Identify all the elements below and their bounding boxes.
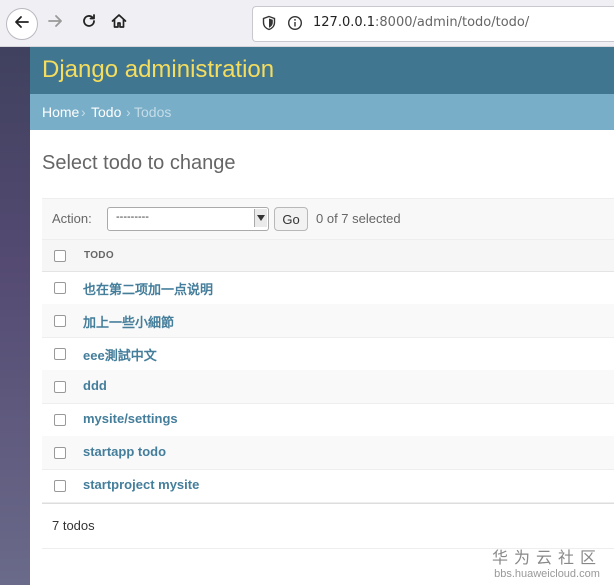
row-checkbox[interactable] xyxy=(54,282,66,294)
todo-link[interactable]: 也在第二项加一点说明 xyxy=(83,279,213,298)
breadcrumb: Home › Todo › Todos xyxy=(30,94,614,130)
back-arrow-icon xyxy=(14,14,30,34)
todo-link[interactable]: startapp todo xyxy=(83,444,166,459)
table-row: 加上一些小細節 xyxy=(42,304,614,338)
watermark: 华为云社区 bbs.huaweicloud.com xyxy=(492,544,602,580)
todo-link[interactable]: ddd xyxy=(83,378,107,393)
page-title: Select todo to change xyxy=(42,152,236,174)
browser-toolbar: 127.0.0.1:8000/admin/todo/todo/ xyxy=(0,0,614,47)
todo-link[interactable]: 加上一些小細節 xyxy=(83,312,174,331)
action-select[interactable]: --------- xyxy=(107,207,269,231)
action-select-value: --------- xyxy=(116,211,149,223)
action-label: Action: xyxy=(52,211,92,226)
row-checkbox[interactable] xyxy=(54,315,66,327)
selected-count: 0 of 7 selected xyxy=(316,211,401,226)
row-checkbox[interactable] xyxy=(54,447,66,459)
reload-button[interactable] xyxy=(74,8,104,38)
watermark-url: bbs.huaweicloud.com xyxy=(494,568,600,580)
row-checkbox[interactable] xyxy=(54,348,66,360)
admin-header: Django administration xyxy=(30,47,614,94)
browser-window: 127.0.0.1:8000/admin/todo/todo/ Django a… xyxy=(0,0,614,585)
home-button[interactable] xyxy=(104,8,134,38)
todo-link[interactable]: mysite/settings xyxy=(83,411,178,426)
home-icon xyxy=(110,12,128,34)
breadcrumb-home[interactable]: Home xyxy=(42,104,79,120)
table-row: 也在第二项加一点说明 xyxy=(42,271,614,305)
breadcrumb-current: Todos xyxy=(134,104,172,120)
paginator: 7 todos xyxy=(42,503,614,549)
url-text[interactable]: 127.0.0.1:8000/admin/todo/todo/ xyxy=(313,15,529,30)
column-header-todo[interactable]: TODO xyxy=(84,250,114,261)
table-row: eee測試中文 xyxy=(42,337,614,371)
site-branding[interactable]: Django administration xyxy=(42,56,274,84)
shield-icon[interactable] xyxy=(261,15,277,35)
chevron-down-icon[interactable] xyxy=(254,209,267,227)
go-button[interactable]: Go xyxy=(274,207,308,231)
watermark-text: 华为云社区 xyxy=(491,548,602,567)
breadcrumb-app[interactable]: Todo xyxy=(91,104,121,120)
url-bar[interactable]: 127.0.0.1:8000/admin/todo/todo/ xyxy=(252,6,614,42)
todo-link[interactable]: startproject mysite xyxy=(83,477,199,492)
table-row: mysite/settings xyxy=(42,403,614,437)
info-icon[interactable] xyxy=(287,15,303,35)
forward-button[interactable] xyxy=(40,8,70,38)
row-checkbox[interactable] xyxy=(54,381,66,393)
row-checkbox[interactable] xyxy=(54,480,66,492)
select-all-checkbox[interactable] xyxy=(54,250,66,262)
breadcrumb-separator: › xyxy=(81,104,86,120)
forward-arrow-icon xyxy=(47,13,63,33)
actions-bar: Action: --------- Go 0 of 7 selected xyxy=(42,198,614,240)
breadcrumb-separator: › xyxy=(126,104,131,120)
row-checkbox[interactable] xyxy=(54,414,66,426)
result-count: 7 todos xyxy=(52,518,95,533)
url-path: :8000/admin/todo/todo/ xyxy=(375,15,530,30)
table-header: TODO xyxy=(42,240,614,272)
back-button[interactable] xyxy=(6,8,38,40)
reload-icon xyxy=(81,13,97,33)
table-row: ddd xyxy=(42,370,614,404)
table-row: startapp todo xyxy=(42,436,614,470)
table-row: startproject mysite xyxy=(42,469,614,503)
url-host: 127.0.0.1 xyxy=(313,15,376,30)
todo-link[interactable]: eee測試中文 xyxy=(83,345,157,364)
